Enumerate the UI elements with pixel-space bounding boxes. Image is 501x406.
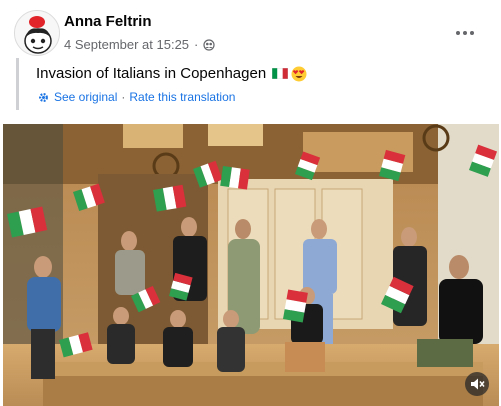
author-name[interactable]: Anna Feltrin — [64, 13, 152, 30]
dot-icon — [456, 31, 460, 35]
italian-flag-icon — [272, 68, 289, 79]
translated-caption: Invasion of Italians in Copenhagen See o… — [16, 58, 486, 110]
dot-icon — [463, 31, 467, 35]
heart-eyes-emoji — [291, 66, 307, 81]
dot-icon — [470, 31, 474, 35]
avatar-illustration — [15, 11, 59, 55]
mute-icon — [471, 378, 485, 390]
translation-controls: See original · Rate this translation — [37, 90, 235, 104]
caption-line: Invasion of Italians in Copenhagen — [36, 65, 307, 82]
more-options-button[interactable] — [454, 22, 476, 44]
author-avatar[interactable] — [14, 10, 60, 56]
caption-text: Invasion of Italians in Copenhagen — [36, 65, 267, 82]
video-frame — [3, 124, 499, 406]
rate-translation-link[interactable]: Rate this translation — [129, 90, 235, 104]
see-original-link[interactable]: See original — [54, 90, 117, 104]
post-meta: 4 September at 15:25 · — [64, 37, 215, 52]
post-header: Anna Feltrin 4 September at 15:25 · — [14, 10, 494, 58]
post-video[interactable] — [3, 124, 499, 406]
translation-separator: · — [121, 90, 126, 104]
meta-separator: · — [194, 37, 199, 52]
post-date[interactable]: 4 September at 15:25 — [64, 37, 189, 52]
friends-globe-icon[interactable] — [203, 38, 215, 51]
mute-button[interactable] — [465, 372, 489, 396]
facebook-post: Anna Feltrin 4 September at 15:25 · Inva… — [0, 0, 501, 406]
translate-settings-icon[interactable] — [37, 91, 50, 104]
